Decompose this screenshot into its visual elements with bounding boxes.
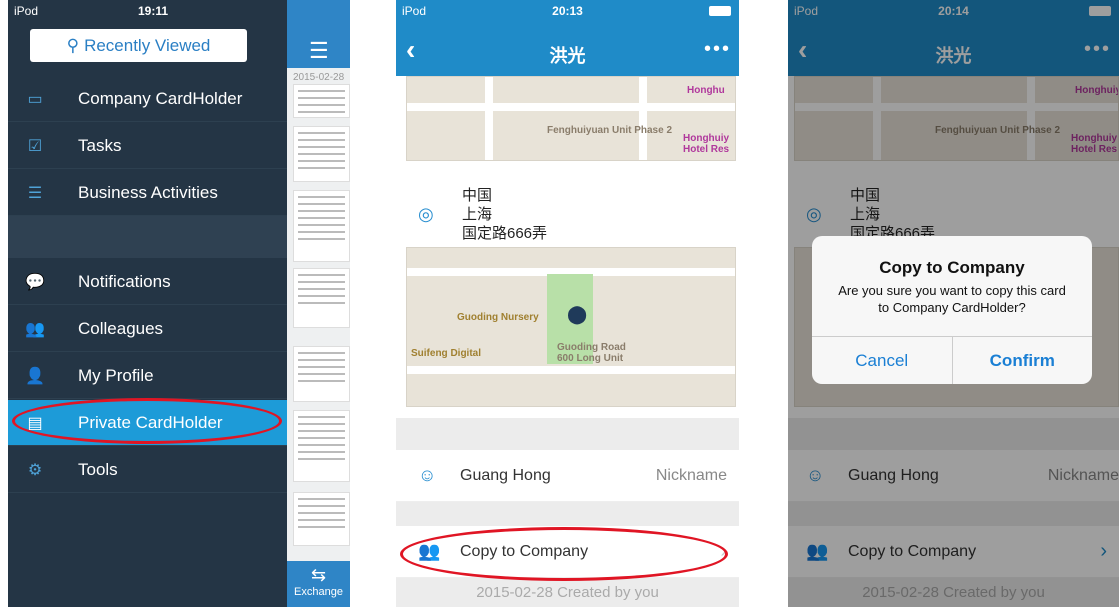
- cancel-button[interactable]: Cancel: [812, 337, 952, 384]
- sidebar-item-company-cardholder[interactable]: ▭ Company CardHolder: [8, 76, 287, 122]
- map-label: Guoding Road 600 Long Unit: [557, 342, 626, 364]
- map-label: Guoding Nursery: [457, 312, 539, 323]
- map-view[interactable]: Fenghuiyuan Unit Phase 2 Honghu Honghuiy…: [406, 76, 736, 161]
- sidebar-item-label: Colleagues: [78, 318, 164, 338]
- confirm-button[interactable]: Confirm: [951, 337, 1093, 384]
- page-title: 洪光: [549, 46, 586, 66]
- sidebar-item-colleagues[interactable]: 👥 Colleagues: [8, 306, 287, 352]
- location-pin-icon: ◎: [418, 204, 434, 224]
- card-thumbnail[interactable]: [293, 410, 350, 482]
- card-thumbnail[interactable]: [293, 346, 350, 402]
- sidebar-item-tasks[interactable]: ☑ Tasks: [8, 123, 287, 169]
- gear-icon: ⚙: [27, 461, 43, 479]
- card-thumbnail[interactable]: [293, 268, 350, 328]
- confirm-dialog: Copy to Company Are you sure you want to…: [812, 236, 1092, 384]
- address-country: 中国: [462, 187, 493, 204]
- sidebar-item-label: My Profile: [78, 365, 154, 385]
- exchange-button[interactable]: ⇆ Exchange: [287, 561, 350, 607]
- list-icon: ☰: [27, 184, 43, 202]
- hamburger-menu-icon[interactable]: ☰: [309, 38, 329, 64]
- card-thumbnail[interactable]: [293, 84, 350, 118]
- list-header: ☰: [287, 0, 350, 68]
- status-bar: iPod 19:11: [8, 0, 287, 22]
- section-separator: [396, 502, 739, 526]
- nav-bar: iPod 20:13 ‹ 洪光 •••: [396, 0, 739, 76]
- more-options-icon[interactable]: •••: [704, 38, 731, 61]
- section-divider: [8, 216, 287, 258]
- sidebar-item-label: Tasks: [78, 135, 122, 155]
- section-separator: [396, 418, 739, 450]
- checkbox-icon: ☑: [27, 137, 43, 155]
- sidebar-item-my-profile[interactable]: 👤 My Profile: [8, 353, 287, 399]
- card-thumbnail[interactable]: [293, 190, 350, 262]
- card-list-preview: ☰ 2015-02-28 ⇆ Exchange: [287, 0, 350, 607]
- map-label: Honghu: [687, 85, 725, 96]
- cards-icon: ▭: [27, 90, 43, 108]
- battery-icon: [709, 6, 731, 16]
- sidebar-item-business-activities[interactable]: ☰ Business Activities: [8, 170, 287, 216]
- list-date: 2015-02-28: [293, 72, 345, 83]
- map-label: Honghuiy Hotel Res: [683, 133, 730, 155]
- map-marker-icon: ⬤: [567, 304, 588, 324]
- address-city: 上海: [462, 206, 493, 223]
- person-icon: 👤: [25, 367, 45, 385]
- exchange-label: Exchange: [294, 586, 343, 598]
- chat-icon: 💬: [25, 273, 45, 291]
- exchange-icon: ⇆: [310, 565, 327, 585]
- address-street: 国定路666弄: [462, 225, 548, 242]
- search-label: Recently Viewed: [84, 35, 211, 55]
- created-info: 2015-02-28 Created by you: [476, 584, 659, 601]
- clock: 20:13: [552, 4, 583, 18]
- sidebar-item-label: Business Activities: [78, 182, 218, 202]
- address-block: 中国 上海 国定路666弄: [462, 186, 547, 243]
- screen-card-detail: iPod 20:13 ‹ 洪光 ••• Fenghuiyuan Unit Pha…: [396, 0, 739, 607]
- card-detail-body: Fenghuiyuan Unit Phase 2 Honghu Honghuiy…: [396, 76, 739, 607]
- sidebar-item-notifications[interactable]: 💬 Notifications: [8, 259, 287, 305]
- recently-viewed-search[interactable]: ⚲ Recently Viewed: [30, 29, 247, 62]
- clock: 19:11: [138, 4, 169, 18]
- highlight-circle: [12, 398, 282, 444]
- dialog-message: Are you sure you want to copy this card …: [838, 283, 1066, 315]
- carrier-label: iPod: [14, 4, 39, 18]
- nickname-row[interactable]: ☺ Guang Hong Nickname: [396, 450, 739, 502]
- highlight-circle: [400, 527, 728, 581]
- map-label: Fenghuiyuan Unit Phase 2: [547, 125, 673, 136]
- nickname-label: Nickname: [655, 466, 727, 484]
- card-thumbnail[interactable]: [293, 492, 350, 546]
- dialog-title: Copy to Company: [879, 258, 1025, 277]
- smiley-icon: ☺: [418, 465, 437, 485]
- map-label: Suifeng Digital: [411, 348, 481, 359]
- dialog-buttons: Cancel Confirm: [812, 336, 1092, 384]
- sidebar-item-label: Notifications: [78, 271, 171, 291]
- status-bar: iPod 20:13: [396, 0, 739, 22]
- search-icon: ⚲: [66, 35, 80, 55]
- sidebar-item-tools[interactable]: ⚙ Tools: [8, 447, 287, 493]
- sidebar-item-label: Tools: [78, 459, 118, 479]
- card-thumbnail[interactable]: [293, 126, 350, 182]
- screen-copy-confirm: iPod 20:14 ‹ 洪光 ••• Fenghuiyuan Unit Pha…: [788, 0, 1119, 607]
- sidebar-item-label: Company CardHolder: [78, 88, 243, 108]
- map-view[interactable]: Guoding Nursery Suifeng Digital Guoding …: [406, 247, 736, 407]
- people-icon: 👥: [25, 320, 45, 338]
- contact-name: Guang Hong: [460, 466, 551, 484]
- sidebar: iPod 19:11 ⚲ Recently Viewed ▭ Company Ca…: [8, 0, 287, 607]
- screen-menu: iPod 19:11 ⚲ Recently Viewed ▭ Company Ca…: [8, 0, 350, 607]
